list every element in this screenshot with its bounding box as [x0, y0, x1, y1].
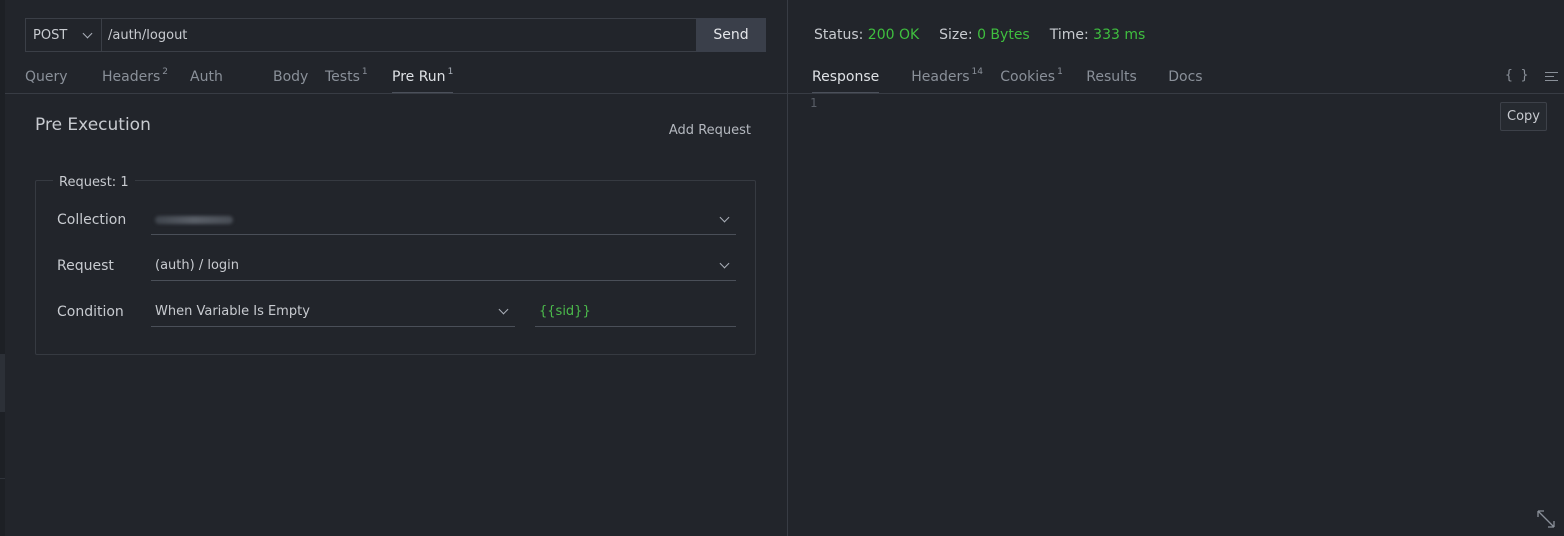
url-value: /auth/logout [108, 27, 188, 43]
response-tabs: Response Headers 14 Cookies 1 Results Docs [812, 60, 1203, 94]
size-label: Size: [939, 27, 973, 43]
time-info: Time: 333 ms [1050, 27, 1146, 43]
variable-input-value: {{sid}} [539, 304, 591, 319]
collection-select[interactable] [151, 211, 736, 235]
send-button[interactable]: Send [696, 18, 766, 52]
response-status-row: Status: 200 OK Size: 0 Bytes Time: 333 m… [814, 27, 1145, 43]
pre-execution-title: Pre Execution [35, 115, 151, 135]
tab-docs[interactable]: Docs [1168, 60, 1202, 94]
chevron-down-icon [82, 28, 93, 38]
tab-response[interactable]: Response [812, 60, 880, 94]
tab-count-badge: 1 [361, 67, 368, 77]
tabs-divider [5, 93, 787, 94]
response-panel: Status: 200 OK Size: 0 Bytes Time: 333 m… [788, 0, 1564, 536]
collection-value-redacted [155, 215, 233, 224]
chevron-down-icon [498, 304, 509, 315]
wrap-lines-icon[interactable] [1545, 72, 1558, 84]
method-value: POST [33, 27, 68, 43]
chevron-down-icon [719, 258, 730, 269]
variable-input[interactable]: {{sid}} [535, 303, 736, 327]
request-panel: POST /auth/logout Send Query Headers 2 Au… [5, 0, 787, 536]
editor-line-number: 1 [810, 96, 818, 110]
tab-query[interactable]: Query [25, 60, 102, 94]
tab-response-headers[interactable]: Headers 14 [911, 60, 1000, 94]
status-info: Status: 200 OK [814, 27, 919, 43]
add-request-button[interactable]: Add Request [669, 123, 751, 138]
tab-results[interactable]: Results [1086, 60, 1168, 94]
condition-select-value: When Variable Is Empty [155, 304, 310, 319]
request-select-value: (auth) / login [155, 258, 239, 273]
time-label: Time: [1049, 27, 1089, 43]
pre-request-block: Request: 1 Collection Request (auth) / l… [35, 175, 756, 355]
tab-tests[interactable]: Tests 1 [325, 60, 392, 94]
expand-icon[interactable] [1536, 509, 1556, 529]
time-value: 333 ms [1093, 27, 1146, 43]
condition-select[interactable]: When Variable Is Empty [151, 303, 515, 327]
request-label: Request [57, 258, 114, 274]
request-select[interactable]: (auth) / login [151, 257, 736, 281]
status-label: Status: [814, 27, 864, 43]
condition-label: Condition [57, 304, 124, 320]
size-value: 0 Bytes [977, 27, 1030, 43]
url-bar: POST /auth/logout Send [25, 18, 766, 52]
tab-body[interactable]: Body [273, 60, 325, 94]
format-braces-icon[interactable]: { } [1505, 68, 1528, 83]
tab-count-badge: 2 [162, 67, 169, 77]
chevron-down-icon [719, 212, 730, 223]
app-root: POST /auth/logout Send Query Headers 2 Au… [0, 0, 1564, 536]
tab-count-badge: 14 [971, 67, 983, 77]
size-info: Size: 0 Bytes [939, 27, 1030, 43]
collection-label: Collection [57, 212, 127, 228]
request-block-legend: Request: 1 [53, 175, 135, 190]
response-tabs-divider [788, 93, 1564, 94]
request-tabs: Query Headers 2 Auth Body Tests 1 Pre Run 1 [25, 60, 454, 94]
copy-button[interactable]: Copy [1500, 102, 1547, 131]
status-value: 200 OK [867, 27, 920, 43]
tab-count-badge: 1 [1057, 67, 1063, 77]
tab-headers[interactable]: Headers 2 [102, 60, 190, 94]
tab-cookies[interactable]: Cookies 1 [1000, 60, 1086, 94]
tab-pre-run[interactable]: Pre Run 1 [392, 60, 454, 94]
tab-auth[interactable]: Auth [190, 60, 273, 94]
tab-count-badge: 1 [447, 67, 454, 77]
url-input[interactable]: /auth/logout [101, 18, 696, 52]
method-select[interactable]: POST [25, 18, 101, 52]
